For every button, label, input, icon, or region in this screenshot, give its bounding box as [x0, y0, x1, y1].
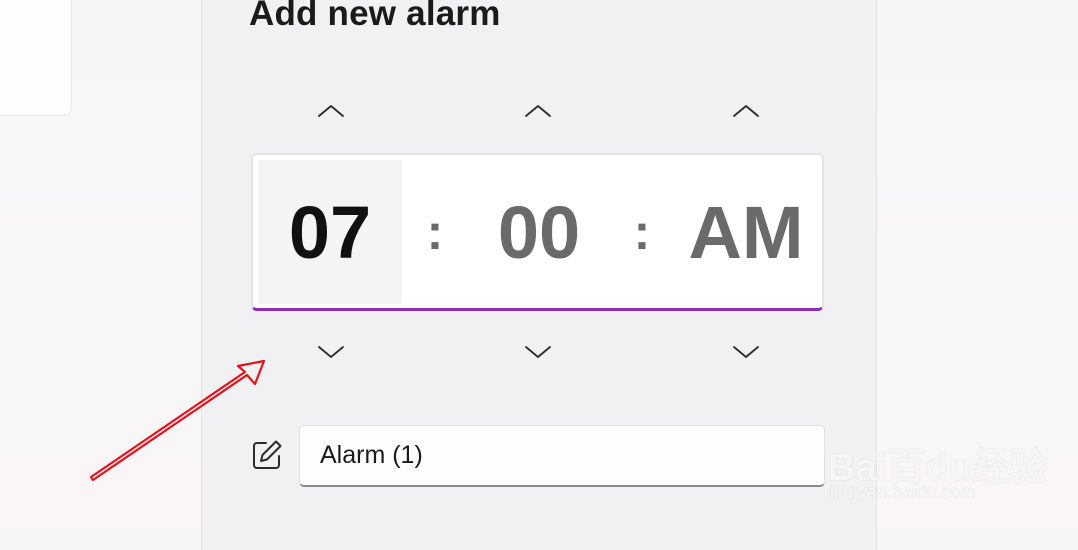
minute-segment[interactable]: 00	[465, 160, 613, 304]
period-increment-button[interactable]	[729, 100, 763, 122]
hour-segment[interactable]: 07	[258, 160, 402, 304]
chevron-down-icon	[733, 346, 759, 358]
watermark-url: jingyan.baidu.com	[830, 482, 976, 502]
minute-increment-button[interactable]	[521, 100, 555, 122]
period-segment[interactable]: AM	[673, 160, 819, 304]
alarm-name-input[interactable]	[299, 425, 825, 487]
background-card	[0, 0, 72, 116]
hour-increment-button[interactable]	[314, 100, 348, 122]
edit-icon	[253, 440, 282, 469]
time-separator: :	[633, 204, 651, 260]
chevron-up-icon	[525, 105, 551, 117]
chevron-up-icon	[318, 105, 344, 117]
time-separator: :	[426, 204, 444, 260]
chevron-down-icon	[525, 346, 551, 358]
period-decrement-button[interactable]	[729, 341, 763, 363]
time-picker: 07 : 00 : AM	[251, 153, 824, 311]
chevron-up-icon	[733, 105, 759, 117]
minute-decrement-button[interactable]	[521, 341, 555, 363]
dialog-title: Add new alarm	[249, 0, 501, 33]
hour-decrement-button[interactable]	[314, 341, 348, 363]
chevron-down-icon	[318, 346, 344, 358]
